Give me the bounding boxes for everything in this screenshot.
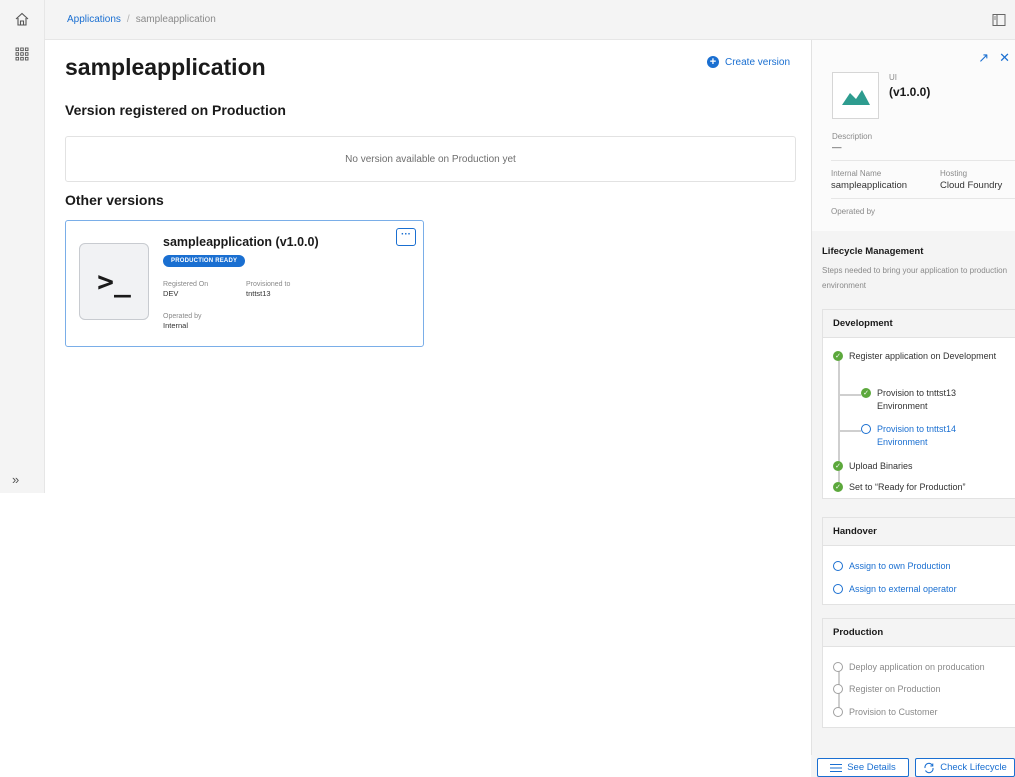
panel-toggle-icon[interactable] bbox=[991, 12, 1007, 28]
step-deploy-production: Deploy application on producation bbox=[833, 661, 1015, 674]
hosting-value: Cloud Foundry bbox=[940, 180, 1003, 191]
provisioned-to-value: tnttst13 bbox=[246, 289, 271, 298]
expand-rail-icon[interactable]: » bbox=[12, 472, 19, 487]
step-label: Provision to tnttst14 Environment bbox=[877, 424, 957, 447]
step-label: Assign to own Production bbox=[849, 561, 951, 571]
step-label: Upload Binaries bbox=[849, 461, 913, 471]
stage-title: Development bbox=[823, 310, 1015, 338]
status-badge: PRODUCTION READY bbox=[163, 255, 246, 267]
panel-footer: See Details Check Lifecycle bbox=[811, 755, 1015, 777]
app-launcher-icon[interactable] bbox=[12, 44, 32, 64]
pending-circle-icon bbox=[833, 561, 843, 571]
check-lifecycle-button[interactable]: Check Lifecycle bbox=[915, 758, 1015, 777]
provisioned-to-label: Provisioned to bbox=[246, 281, 291, 288]
left-rail: » bbox=[0, 0, 45, 493]
check-icon: ✓ bbox=[833, 351, 843, 361]
panel-actions: ↗ ✕ bbox=[978, 50, 1010, 66]
description-value: — bbox=[832, 142, 842, 153]
lifecycle-description: Steps needed to bring your application t… bbox=[822, 266, 1008, 290]
operated-by-value: Internal bbox=[163, 321, 189, 330]
production-empty-state: No version available on Production yet bbox=[65, 136, 796, 182]
step-label: Register application on Development bbox=[849, 351, 997, 361]
step-label: Register on Production bbox=[849, 684, 941, 694]
step-connector bbox=[839, 394, 861, 396]
home-icon[interactable] bbox=[12, 9, 32, 29]
step-provision-tnttst14[interactable]: Provision to tnttst14 Environment bbox=[861, 423, 1001, 449]
pending-circle-icon bbox=[861, 424, 871, 434]
check-icon: ✓ bbox=[833, 461, 843, 471]
step-label: Provision to Customer bbox=[849, 707, 938, 717]
divider bbox=[831, 160, 1015, 161]
stage-development: Development ✓ Register application on De… bbox=[822, 309, 1015, 499]
stage-title: Handover bbox=[823, 518, 1015, 546]
step-upload-binaries: ✓ Upload Binaries bbox=[833, 460, 1003, 473]
step-label: Deploy application on producation bbox=[849, 662, 985, 672]
list-icon bbox=[830, 763, 843, 772]
terminal-icon: >_ bbox=[79, 243, 149, 320]
pending-circle-icon bbox=[833, 707, 843, 717]
create-version-label: Create version bbox=[725, 56, 791, 68]
divider bbox=[831, 198, 1015, 199]
app-version: (v1.0.0) bbox=[889, 85, 931, 99]
breadcrumb: Applications / sampleapplication bbox=[67, 14, 216, 25]
see-details-button[interactable]: See Details bbox=[817, 758, 909, 777]
breadcrumb-separator: / bbox=[126, 14, 130, 25]
step-label: Provision to tnttst13 Environment bbox=[877, 388, 957, 411]
production-empty-text: No version available on Production yet bbox=[345, 153, 516, 165]
step-assign-external-operator[interactable]: Assign to external operator bbox=[833, 583, 1013, 596]
check-lifecycle-label: Check Lifecycle bbox=[940, 762, 1007, 773]
app-kind: UI bbox=[889, 73, 897, 82]
details-panel: ↗ ✕ UI (v1.0.0) Description — Internal N… bbox=[811, 40, 1015, 777]
main-content: sampleapplication + Create version Versi… bbox=[45, 40, 811, 493]
breadcrumb-applications[interactable]: Applications bbox=[67, 14, 121, 25]
check-icon: ✓ bbox=[833, 482, 843, 492]
pending-circle-icon bbox=[833, 584, 843, 594]
step-label: Assign to external operator bbox=[849, 584, 957, 594]
registered-on-value: DEV bbox=[163, 289, 179, 298]
production-section-heading: Version registered on Production bbox=[65, 102, 286, 118]
check-icon: ✓ bbox=[861, 388, 871, 398]
close-icon[interactable]: ✕ bbox=[999, 50, 1010, 66]
step-connector bbox=[839, 430, 861, 432]
stage-handover: Handover Assign to own Production Assign… bbox=[822, 517, 1015, 605]
app-thumbnail bbox=[832, 72, 879, 119]
step-register-production: Register on Production bbox=[833, 683, 1013, 696]
step-label: Set to “Ready for Production” bbox=[849, 482, 966, 492]
internal-name-value: sampleapplication bbox=[831, 180, 908, 191]
page-title: sampleapplication bbox=[65, 54, 266, 80]
step-provision-customer: Provision to Customer bbox=[833, 706, 1013, 719]
hosting-label: Hosting bbox=[940, 169, 968, 178]
operated-by-label: Operated by bbox=[831, 207, 876, 216]
step-ready-for-production: ✓ Set to “Ready for Production” bbox=[833, 481, 1013, 494]
version-card-title: sampleapplication (v1.0.0) bbox=[163, 235, 319, 249]
step-provision-tnttst13: ✓ Provision to tnttst13 Environment bbox=[861, 387, 1001, 413]
main-surface: sampleapplication + Create version Versi… bbox=[45, 40, 811, 493]
open-external-icon[interactable]: ↗ bbox=[978, 50, 989, 66]
step-register-development: ✓ Register application on Development bbox=[833, 350, 1003, 363]
pending-circle-icon bbox=[833, 662, 843, 672]
operated-by-label: Operated by bbox=[163, 313, 202, 320]
create-version-button[interactable]: + Create version bbox=[707, 56, 790, 68]
breadcrumb-current: sampleapplication bbox=[135, 14, 216, 25]
stage-production: Production Deploy application on produca… bbox=[822, 618, 1015, 728]
see-details-label: See Details bbox=[847, 762, 896, 773]
refresh-icon bbox=[924, 762, 934, 773]
details-summary: ↗ ✕ UI (v1.0.0) Description — Internal N… bbox=[812, 40, 1015, 231]
lifecycle-title: Lifecycle Management bbox=[822, 246, 924, 257]
pending-circle-icon bbox=[833, 684, 843, 694]
mountain-icon bbox=[841, 89, 870, 105]
description-label: Description bbox=[832, 132, 873, 141]
registered-on-label: Registered On bbox=[163, 281, 209, 288]
top-bar: Applications / sampleapplication bbox=[45, 0, 1015, 40]
version-card[interactable]: >_ sampleapplication (v1.0.0) PRODUCTION… bbox=[65, 220, 424, 347]
more-options-button[interactable]: ··· bbox=[396, 228, 416, 246]
internal-name-label: Internal Name bbox=[831, 169, 882, 178]
step-assign-own-production[interactable]: Assign to own Production bbox=[833, 560, 1013, 573]
other-versions-heading: Other versions bbox=[65, 192, 164, 208]
plus-circle-icon: + bbox=[707, 56, 719, 68]
stage-title: Production bbox=[823, 619, 1015, 647]
